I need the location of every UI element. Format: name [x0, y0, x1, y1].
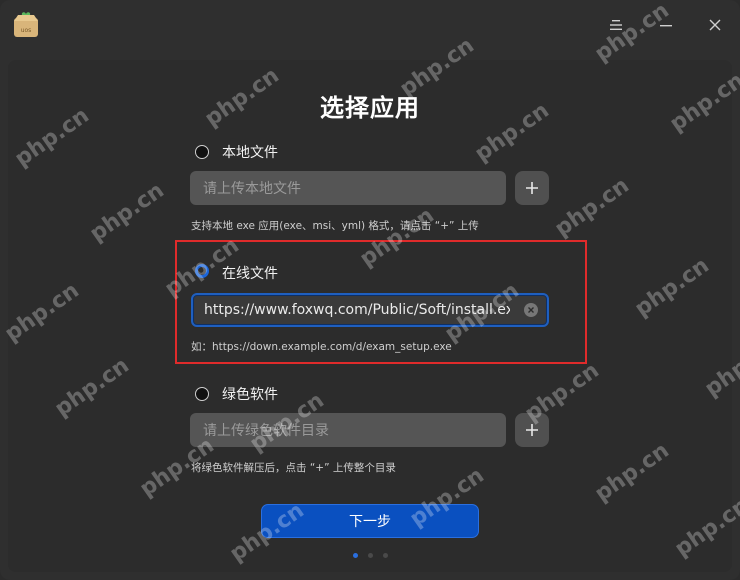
online-url-value: https://www.foxwq.com/Public/Soft/instal… — [204, 302, 510, 318]
online-file-hint: 如：https://down.example.com/d/exam_setup.… — [191, 341, 452, 353]
green-software-input[interactable]: 请上传绿色软件目录 — [190, 413, 506, 447]
plus-icon — [526, 424, 538, 436]
radio-green-software[interactable] — [195, 387, 209, 401]
page-dot-2 — [367, 553, 373, 558]
minimize-button[interactable] — [653, 12, 679, 38]
online-url-input[interactable]: https://www.foxwq.com/Public/Soft/instal… — [191, 293, 549, 327]
page-dot-3 — [382, 553, 388, 558]
local-file-placeholder: 请上传本地文件 — [203, 181, 301, 197]
page-title: 选择应用 — [320, 94, 420, 122]
app-logo-icon: uos — [12, 11, 40, 39]
option-label-online-file: 在线文件 — [222, 266, 278, 282]
menu-button[interactable] — [603, 12, 629, 38]
green-software-placeholder: 请上传绿色软件目录 — [203, 423, 329, 439]
page-dot-1 — [352, 553, 358, 558]
option-label-local-file: 本地文件 — [222, 145, 278, 161]
clear-icon[interactable] — [524, 303, 538, 317]
app-logo-text: uos — [21, 27, 32, 34]
menu-icon — [610, 20, 622, 30]
close-button[interactable] — [702, 12, 728, 38]
page-indicator — [0, 553, 740, 558]
local-file-input[interactable]: 请上传本地文件 — [190, 171, 506, 205]
titlebar: uos — [0, 0, 740, 52]
close-icon — [709, 19, 721, 31]
app-window: uos 选择应用 本地文件 请上传本地文件 支持本地 exe 应用(exe、ms… — [0, 0, 740, 580]
radio-local-file[interactable] — [195, 145, 209, 159]
minimize-icon — [660, 25, 672, 27]
add-green-software-button[interactable] — [515, 413, 549, 447]
radio-online-file[interactable] — [195, 264, 209, 278]
plus-icon — [526, 182, 538, 194]
next-button[interactable]: 下一步 — [261, 504, 479, 538]
local-file-hint: 支持本地 exe 应用(exe、msi、yml) 格式，请点击 “+” 上传 — [191, 220, 479, 232]
add-local-file-button[interactable] — [515, 171, 549, 205]
option-label-green-software: 绿色软件 — [222, 387, 278, 403]
green-software-hint: 将绿色软件解压后，点击 “+” 上传整个目录 — [191, 462, 396, 474]
